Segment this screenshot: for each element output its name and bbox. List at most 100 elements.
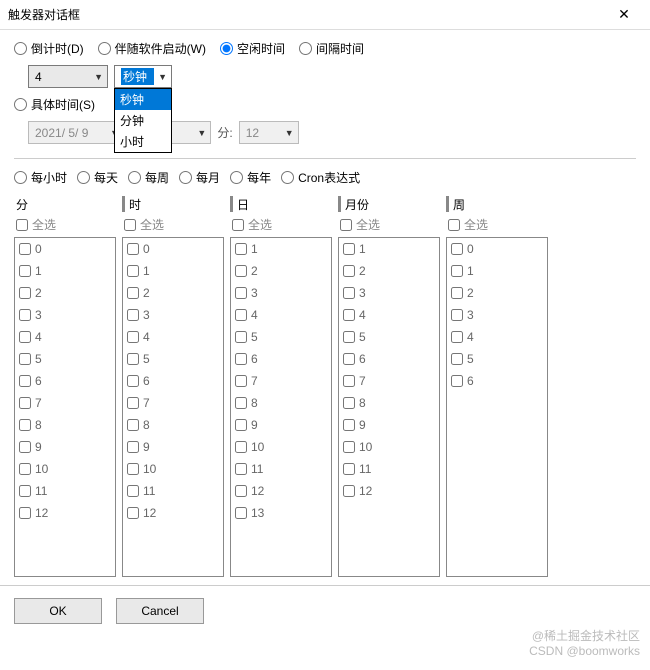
unit-combo[interactable]: 秒钟 ▼ 秒钟 分钟 小时 <box>114 65 172 88</box>
item-checkbox[interactable] <box>235 309 247 321</box>
item-checkbox[interactable] <box>451 375 463 387</box>
item-checkbox[interactable] <box>343 375 355 387</box>
list-item[interactable]: 6 <box>447 370 547 392</box>
item-checkbox[interactable] <box>451 265 463 277</box>
list-item[interactable]: 5 <box>231 326 331 348</box>
select-all-checkbox[interactable]: 全选 <box>122 216 224 233</box>
minute-combo[interactable]: 12 ▼ <box>239 121 299 144</box>
listbox[interactable]: 0123456789101112 <box>14 237 116 577</box>
radio-cron[interactable]: Cron表达式 <box>281 169 360 186</box>
list-item[interactable]: 4 <box>339 304 439 326</box>
list-item[interactable]: 12 <box>123 502 223 524</box>
list-item[interactable]: 8 <box>339 392 439 414</box>
list-item[interactable]: 8 <box>123 414 223 436</box>
item-checkbox[interactable] <box>343 309 355 321</box>
cancel-button[interactable]: Cancel <box>116 598 204 624</box>
item-checkbox[interactable] <box>343 353 355 365</box>
list-item[interactable]: 1 <box>447 260 547 282</box>
item-checkbox[interactable] <box>19 331 31 343</box>
item-checkbox[interactable] <box>451 353 463 365</box>
item-checkbox[interactable] <box>127 419 139 431</box>
dropdown-option[interactable]: 分钟 <box>115 110 171 131</box>
item-checkbox[interactable] <box>235 265 247 277</box>
item-checkbox[interactable] <box>235 463 247 475</box>
list-item[interactable]: 2 <box>339 260 439 282</box>
radio-specific-time[interactable]: 具体时间(S) <box>14 96 95 113</box>
item-checkbox[interactable] <box>127 463 139 475</box>
item-checkbox[interactable] <box>19 485 31 497</box>
list-item[interactable]: 3 <box>447 304 547 326</box>
list-item[interactable]: 4 <box>231 304 331 326</box>
list-item[interactable]: 0 <box>15 238 115 260</box>
list-item[interactable]: 7 <box>231 370 331 392</box>
list-item[interactable]: 5 <box>447 348 547 370</box>
list-item[interactable]: 2 <box>447 282 547 304</box>
list-item[interactable]: 8 <box>15 414 115 436</box>
item-checkbox[interactable] <box>343 397 355 409</box>
radio-interval[interactable]: 间隔时间 <box>299 40 364 57</box>
item-checkbox[interactable] <box>343 331 355 343</box>
item-checkbox[interactable] <box>127 243 139 255</box>
list-item[interactable]: 0 <box>447 238 547 260</box>
list-item[interactable]: 1 <box>123 260 223 282</box>
close-icon[interactable]: ✕ <box>604 0 644 30</box>
list-item[interactable]: 6 <box>123 370 223 392</box>
list-item[interactable]: 12 <box>231 480 331 502</box>
list-item[interactable]: 11 <box>339 458 439 480</box>
list-item[interactable]: 9 <box>231 414 331 436</box>
item-checkbox[interactable] <box>19 265 31 277</box>
list-item[interactable]: 4 <box>447 326 547 348</box>
list-item[interactable]: 9 <box>15 436 115 458</box>
item-checkbox[interactable] <box>19 397 31 409</box>
item-checkbox[interactable] <box>127 287 139 299</box>
radio-idle[interactable]: 空闲时间 <box>220 40 285 57</box>
list-item[interactable]: 3 <box>231 282 331 304</box>
list-item[interactable]: 4 <box>123 326 223 348</box>
item-checkbox[interactable] <box>235 507 247 519</box>
list-item[interactable]: 10 <box>339 436 439 458</box>
radio-monthly[interactable]: 每月 <box>179 169 220 186</box>
list-item[interactable]: 7 <box>339 370 439 392</box>
item-checkbox[interactable] <box>127 309 139 321</box>
listbox[interactable]: 0123456 <box>446 237 548 577</box>
select-all-checkbox[interactable]: 全选 <box>446 216 548 233</box>
list-item[interactable]: 5 <box>15 348 115 370</box>
list-item[interactable]: 9 <box>339 414 439 436</box>
item-checkbox[interactable] <box>451 243 463 255</box>
item-checkbox[interactable] <box>19 463 31 475</box>
item-checkbox[interactable] <box>127 375 139 387</box>
list-item[interactable]: 11 <box>123 480 223 502</box>
item-checkbox[interactable] <box>235 441 247 453</box>
list-item[interactable]: 10 <box>231 436 331 458</box>
listbox[interactable]: 0123456789101112 <box>122 237 224 577</box>
list-item[interactable]: 6 <box>231 348 331 370</box>
item-checkbox[interactable] <box>343 265 355 277</box>
select-all-checkbox[interactable]: 全选 <box>230 216 332 233</box>
item-checkbox[interactable] <box>451 331 463 343</box>
radio-countdown[interactable]: 倒计时(D) <box>14 40 84 57</box>
item-checkbox[interactable] <box>127 485 139 497</box>
list-item[interactable]: 2 <box>15 282 115 304</box>
list-item[interactable]: 3 <box>15 304 115 326</box>
item-checkbox[interactable] <box>343 463 355 475</box>
item-checkbox[interactable] <box>127 507 139 519</box>
list-item[interactable]: 5 <box>123 348 223 370</box>
item-checkbox[interactable] <box>451 287 463 299</box>
item-checkbox[interactable] <box>127 353 139 365</box>
item-checkbox[interactable] <box>19 309 31 321</box>
list-item[interactable]: 1 <box>15 260 115 282</box>
select-all-checkbox[interactable]: 全选 <box>14 216 116 233</box>
list-item[interactable]: 1 <box>231 238 331 260</box>
item-checkbox[interactable] <box>19 287 31 299</box>
item-checkbox[interactable] <box>235 353 247 365</box>
list-item[interactable]: 0 <box>123 238 223 260</box>
item-checkbox[interactable] <box>343 441 355 453</box>
list-item[interactable]: 13 <box>231 502 331 524</box>
radio-yearly[interactable]: 每年 <box>230 169 271 186</box>
item-checkbox[interactable] <box>235 397 247 409</box>
item-checkbox[interactable] <box>19 353 31 365</box>
item-checkbox[interactable] <box>235 287 247 299</box>
list-item[interactable]: 9 <box>123 436 223 458</box>
listbox[interactable]: 12345678910111213 <box>230 237 332 577</box>
item-checkbox[interactable] <box>127 441 139 453</box>
